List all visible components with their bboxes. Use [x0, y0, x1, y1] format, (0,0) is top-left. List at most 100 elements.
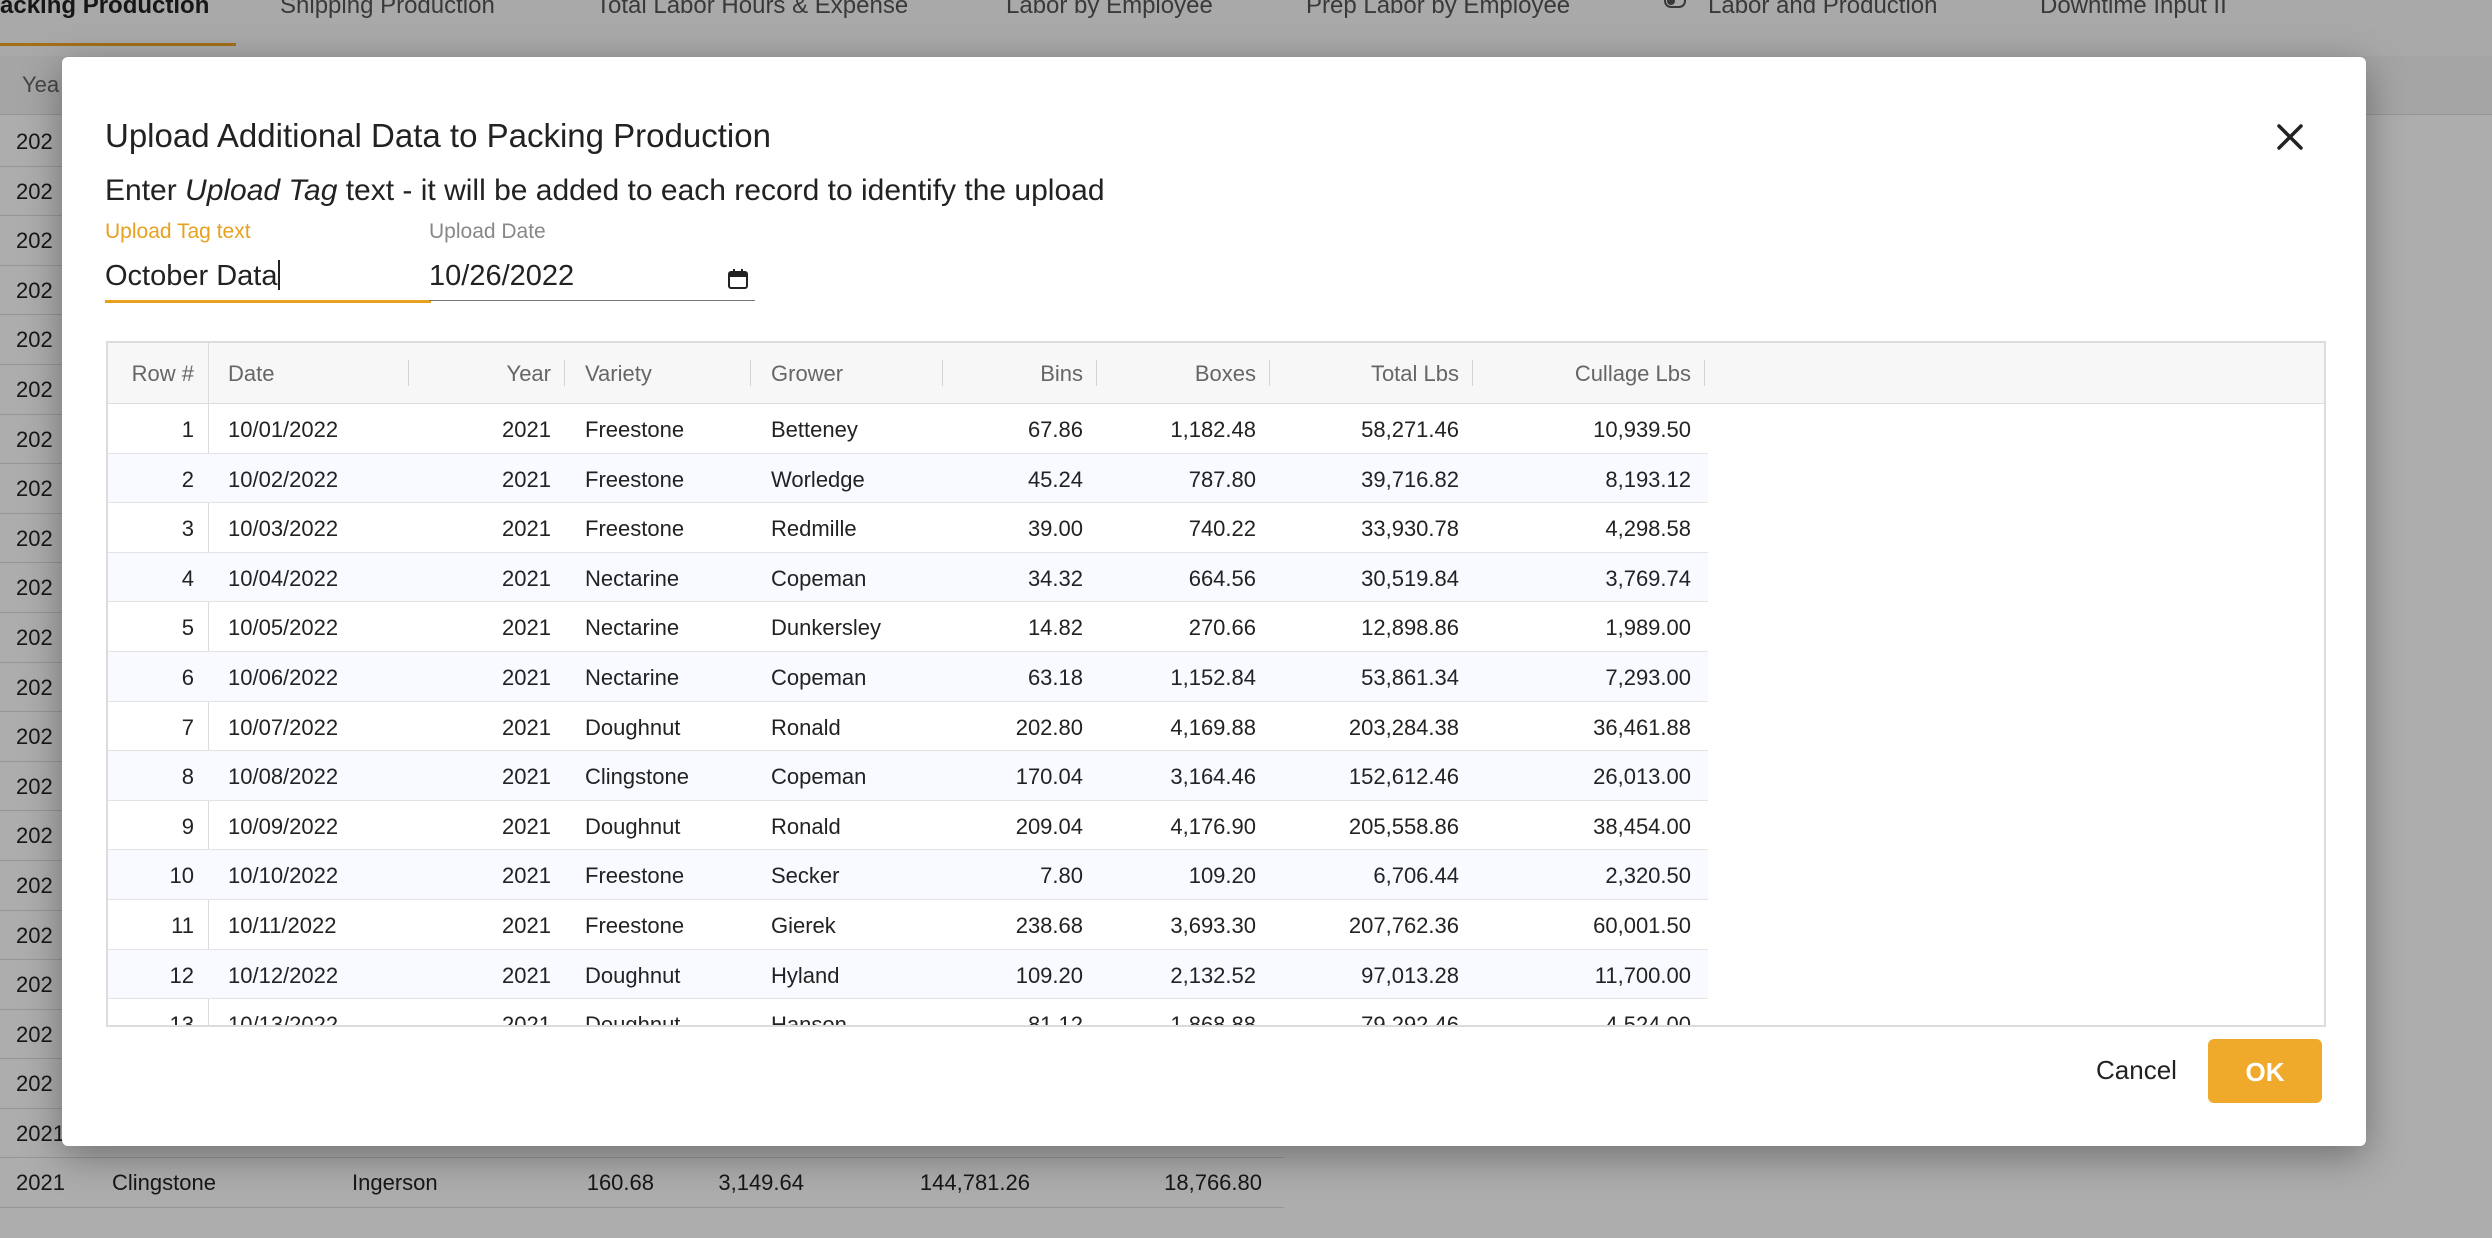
cell-bins[interactable]: 238.68 [943, 900, 1097, 949]
cell-bins[interactable]: 34.32 [943, 553, 1097, 602]
calendar-icon[interactable] [727, 268, 749, 290]
column-header-grower[interactable]: Grower [751, 343, 943, 403]
cell-grower[interactable]: Gierek [751, 900, 943, 949]
cell-cullage-lbs[interactable]: 10,939.50 [1473, 404, 1705, 453]
table-row[interactable]: 11 10/11/2022 2021 Freestone Gierek 238.68 3,6… [108, 900, 1708, 950]
cell-date[interactable]: 10/09/2022 [208, 801, 409, 850]
column-separator[interactable] [1472, 360, 1473, 386]
cell-year[interactable]: 2021 [409, 602, 565, 651]
table-row[interactable]: 7 10/07/2022 2021 Doughnut Ronald 202.80 4,169… [108, 702, 1708, 752]
table-row[interactable]: 5 10/05/2022 2021 Nectarine Dunkersley 14.82 2… [108, 602, 1708, 652]
cell-date[interactable]: 10/10/2022 [208, 850, 409, 899]
cell-boxes[interactable]: 1,152.84 [1097, 652, 1270, 701]
table-row[interactable]: 9 10/09/2022 2021 Doughnut Ronald 209.04 4,176… [108, 801, 1708, 851]
cell-boxes[interactable]: 109.20 [1097, 850, 1270, 899]
cell-cullage-lbs[interactable]: 1,989.00 [1473, 602, 1705, 651]
cell-year[interactable]: 2021 [409, 503, 565, 552]
cell-variety[interactable]: Freestone [565, 503, 751, 552]
column-separator[interactable] [750, 360, 751, 386]
cell-bins[interactable]: 170.04 [943, 751, 1097, 800]
cell-year[interactable]: 2021 [409, 850, 565, 899]
cell-cullage-lbs[interactable]: 4,298.58 [1473, 503, 1705, 552]
cell-cullage-lbs[interactable]: 2,320.50 [1473, 850, 1705, 899]
cell-cullage-lbs[interactable]: 11,700.00 [1473, 950, 1705, 999]
cell-date[interactable]: 10/01/2022 [208, 404, 409, 453]
cell-boxes[interactable]: 270.66 [1097, 602, 1270, 651]
cell-year[interactable]: 2021 [409, 900, 565, 949]
table-row[interactable]: 3 10/03/2022 2021 Freestone Redmille 39.00 740… [108, 503, 1708, 553]
cell-variety[interactable]: Nectarine [565, 553, 751, 602]
cell-boxes[interactable]: 3,693.30 [1097, 900, 1270, 949]
cell-total-lbs[interactable]: 207,762.36 [1270, 900, 1473, 949]
cell-year[interactable]: 2021 [409, 702, 565, 751]
column-header-date[interactable]: Date [208, 343, 409, 403]
cell-row-number[interactable]: 11 [108, 900, 208, 949]
table-row[interactable]: 1 10/01/2022 2021 Freestone Betteney 67.86 1,1… [108, 404, 1708, 454]
cell-total-lbs[interactable]: 53,861.34 [1270, 652, 1473, 701]
cell-grower[interactable]: Hanson [751, 999, 943, 1025]
cell-bins[interactable]: 14.82 [943, 602, 1097, 651]
cell-cullage-lbs[interactable]: 3,769.74 [1473, 553, 1705, 602]
cell-bins[interactable]: 45.24 [943, 454, 1097, 503]
cell-bins[interactable]: 63.18 [943, 652, 1097, 701]
cell-grower[interactable]: Copeman [751, 652, 943, 701]
cell-grower[interactable]: Hyland [751, 950, 943, 999]
cell-variety[interactable]: Freestone [565, 900, 751, 949]
cell-variety[interactable]: Nectarine [565, 602, 751, 651]
column-header-bins[interactable]: Bins [943, 343, 1097, 403]
cell-bins[interactable]: 202.80 [943, 702, 1097, 751]
column-header-variety[interactable]: Variety [565, 343, 751, 403]
column-separator[interactable] [1269, 360, 1270, 386]
cell-row-number[interactable]: 9 [108, 801, 208, 850]
cell-row-number[interactable]: 4 [108, 553, 208, 602]
cell-year[interactable]: 2021 [409, 950, 565, 999]
cell-year[interactable]: 2021 [409, 999, 565, 1025]
column-header-boxes[interactable]: Boxes [1097, 343, 1270, 403]
cell-grower[interactable]: Dunkersley [751, 602, 943, 651]
cell-date[interactable]: 10/08/2022 [208, 751, 409, 800]
cell-row-number[interactable]: 7 [108, 702, 208, 751]
cell-row-number[interactable]: 1 [108, 404, 208, 453]
cell-boxes[interactable]: 740.22 [1097, 503, 1270, 552]
cell-grower[interactable]: Ronald [751, 801, 943, 850]
cell-cullage-lbs[interactable]: 38,454.00 [1473, 801, 1705, 850]
cell-total-lbs[interactable]: 97,013.28 [1270, 950, 1473, 999]
cell-variety[interactable]: Nectarine [565, 652, 751, 701]
cell-date[interactable]: 10/03/2022 [208, 503, 409, 552]
cell-boxes[interactable]: 2,132.52 [1097, 950, 1270, 999]
cell-total-lbs[interactable]: 12,898.86 [1270, 602, 1473, 651]
cell-row-number[interactable]: 8 [108, 751, 208, 800]
cell-cullage-lbs[interactable]: 4,524.00 [1473, 999, 1705, 1025]
cancel-button[interactable]: Cancel [2076, 1039, 2186, 1101]
cell-total-lbs[interactable]: 33,930.78 [1270, 503, 1473, 552]
cell-total-lbs[interactable]: 58,271.46 [1270, 404, 1473, 453]
cell-year[interactable]: 2021 [409, 553, 565, 602]
cell-bins[interactable]: 67.86 [943, 404, 1097, 453]
cell-variety[interactable]: Doughnut [565, 801, 751, 850]
cell-date[interactable]: 10/05/2022 [208, 602, 409, 651]
column-header-year[interactable]: Year [409, 343, 565, 403]
cell-row-number[interactable]: 3 [108, 503, 208, 552]
cell-row-number[interactable]: 2 [108, 454, 208, 503]
table-row[interactable]: 12 10/12/2022 2021 Doughnut Hyland 109.20 2,13… [108, 949, 1708, 1000]
column-header-cullage-lbs[interactable]: Cullage Lbs [1473, 343, 1705, 403]
cell-variety[interactable]: Clingstone [565, 751, 751, 800]
cell-variety[interactable]: Doughnut [565, 950, 751, 999]
cell-bins[interactable]: 39.00 [943, 503, 1097, 552]
cell-date[interactable]: 10/02/2022 [208, 454, 409, 503]
table-row[interactable]: 10 10/10/2022 2021 Freestone Secker 7.80 109.2… [108, 850, 1708, 900]
cell-grower[interactable]: Betteney [751, 404, 943, 453]
cell-total-lbs[interactable]: 203,284.38 [1270, 702, 1473, 751]
cell-boxes[interactable]: 4,169.88 [1097, 702, 1270, 751]
cell-grower[interactable]: Copeman [751, 553, 943, 602]
ok-button[interactable]: OK [2208, 1039, 2322, 1103]
cell-date[interactable]: 10/07/2022 [208, 702, 409, 751]
cell-row-number[interactable]: 5 [108, 602, 208, 651]
cell-bins[interactable]: 209.04 [943, 801, 1097, 850]
cell-total-lbs[interactable]: 152,612.46 [1270, 751, 1473, 800]
cell-cullage-lbs[interactable]: 36,461.88 [1473, 702, 1705, 751]
column-separator[interactable] [1704, 360, 1705, 386]
cell-row-number[interactable]: 6 [108, 652, 208, 701]
cell-boxes[interactable]: 1,868.88 [1097, 999, 1270, 1025]
column-separator[interactable] [564, 360, 565, 386]
